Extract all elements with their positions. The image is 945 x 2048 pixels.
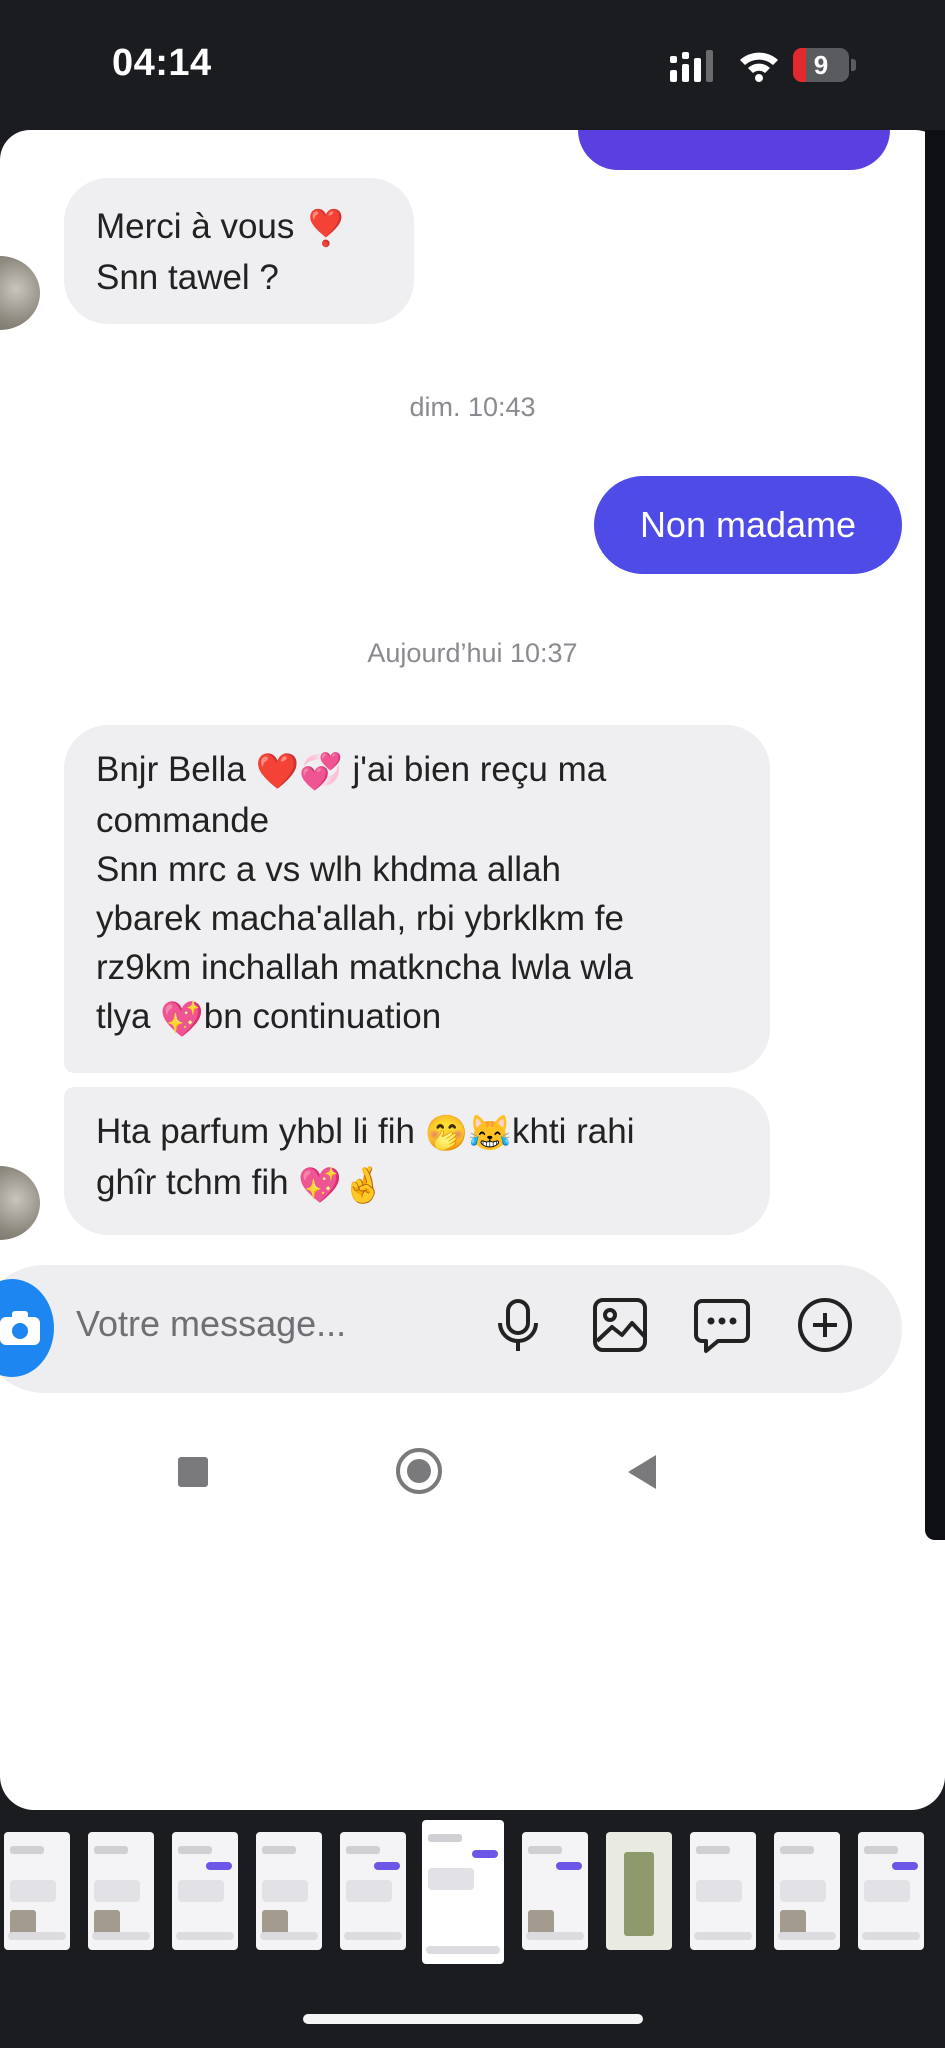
- photo-thumbnail[interactable]: [858, 1832, 924, 1950]
- cellular-signal-icon: [670, 50, 713, 82]
- sent-message[interactable]: Non madame: [594, 476, 902, 574]
- microphone-icon[interactable]: [488, 1295, 548, 1355]
- camera-icon: [0, 1311, 40, 1345]
- battery-level: 9: [813, 50, 829, 80]
- message-text: rz9km inchallah matkncha lwla wla: [96, 948, 633, 988]
- avatar[interactable]: [0, 1166, 40, 1240]
- photo-thumbnail[interactable]: [774, 1832, 840, 1950]
- message-text: Snn tawel ?: [96, 258, 279, 298]
- photo-thumbnail[interactable]: [522, 1832, 588, 1950]
- home-icon[interactable]: [396, 1448, 442, 1494]
- photo-thumbnail-active[interactable]: [422, 1820, 504, 1964]
- sparkling-heart-emoji: 💖: [160, 999, 204, 1039]
- photo-thumbnail[interactable]: [690, 1832, 756, 1950]
- message-text: khti rahi: [511, 1112, 635, 1151]
- received-message[interactable]: Bnjr Bella ❤️💞 j'ai bien reçu ma command…: [64, 725, 770, 1073]
- message-text: Snn mrc a vs wlh khdma allah: [96, 850, 561, 890]
- hearts-emoji: ❤️💞: [255, 752, 343, 792]
- image-icon[interactable]: [590, 1295, 650, 1355]
- photo-thumbnail[interactable]: [88, 1832, 154, 1950]
- chat-screen: Merci à vous ❣️ Snn tawel ? dim. 10:43 N…: [0, 130, 945, 1810]
- message-timestamp: Aujourd’hui 10:37: [367, 638, 578, 668]
- recents-icon[interactable]: [178, 1457, 208, 1487]
- plus-icon[interactable]: [795, 1295, 855, 1355]
- message-text: Hta parfum yhbl li fih: [96, 1112, 416, 1151]
- heart-exclamation-emoji: ❣️: [304, 209, 348, 249]
- message-input[interactable]: Votre message...: [76, 1303, 346, 1345]
- message-text: Bnjr Bella: [96, 750, 246, 789]
- chat-more-icon[interactable]: [692, 1295, 752, 1355]
- message-text: Merci à vous: [96, 207, 295, 246]
- photo-thumbnail[interactable]: [606, 1832, 672, 1950]
- back-icon[interactable]: [628, 1455, 656, 1489]
- message-text: commande: [96, 801, 270, 841]
- message-text: bn continuation: [203, 997, 442, 1037]
- home-indicator[interactable]: [303, 2014, 643, 2024]
- battery-icon: 9: [793, 48, 857, 82]
- status-bar: 04:14 9: [0, 0, 945, 130]
- received-message[interactable]: Hta parfum yhbl li fih 🤭😹khti rahi ghîr …: [64, 1087, 770, 1235]
- photo-thumbnail[interactable]: [340, 1832, 406, 1950]
- message-timestamp: dim. 10:43: [409, 392, 536, 422]
- photo-thumbnail[interactable]: [172, 1832, 238, 1950]
- message-text: tlya: [96, 997, 151, 1037]
- laughing-emoji: 🤭😹: [424, 1114, 512, 1154]
- message-text: ybarek macha'allah, rbi ybrklkm fe: [96, 899, 624, 939]
- status-time: 04:14: [112, 42, 212, 84]
- message-text: j'ai bien reçu ma: [352, 750, 607, 789]
- avatar[interactable]: [0, 256, 40, 330]
- message-text: ghîr tchm fih: [96, 1163, 289, 1203]
- photo-thumbnail[interactable]: [4, 1832, 70, 1950]
- photo-thumbnail[interactable]: [256, 1832, 322, 1950]
- wifi-icon: [740, 52, 778, 82]
- sent-message-partial[interactable]: [578, 130, 890, 170]
- photo-thumbnail-strip: [0, 1820, 945, 1970]
- received-message[interactable]: Merci à vous ❣️ Snn tawel ?: [64, 178, 414, 324]
- screen-edge: [925, 130, 945, 1540]
- heart-fingers-emoji: 💖🤞: [298, 1165, 386, 1205]
